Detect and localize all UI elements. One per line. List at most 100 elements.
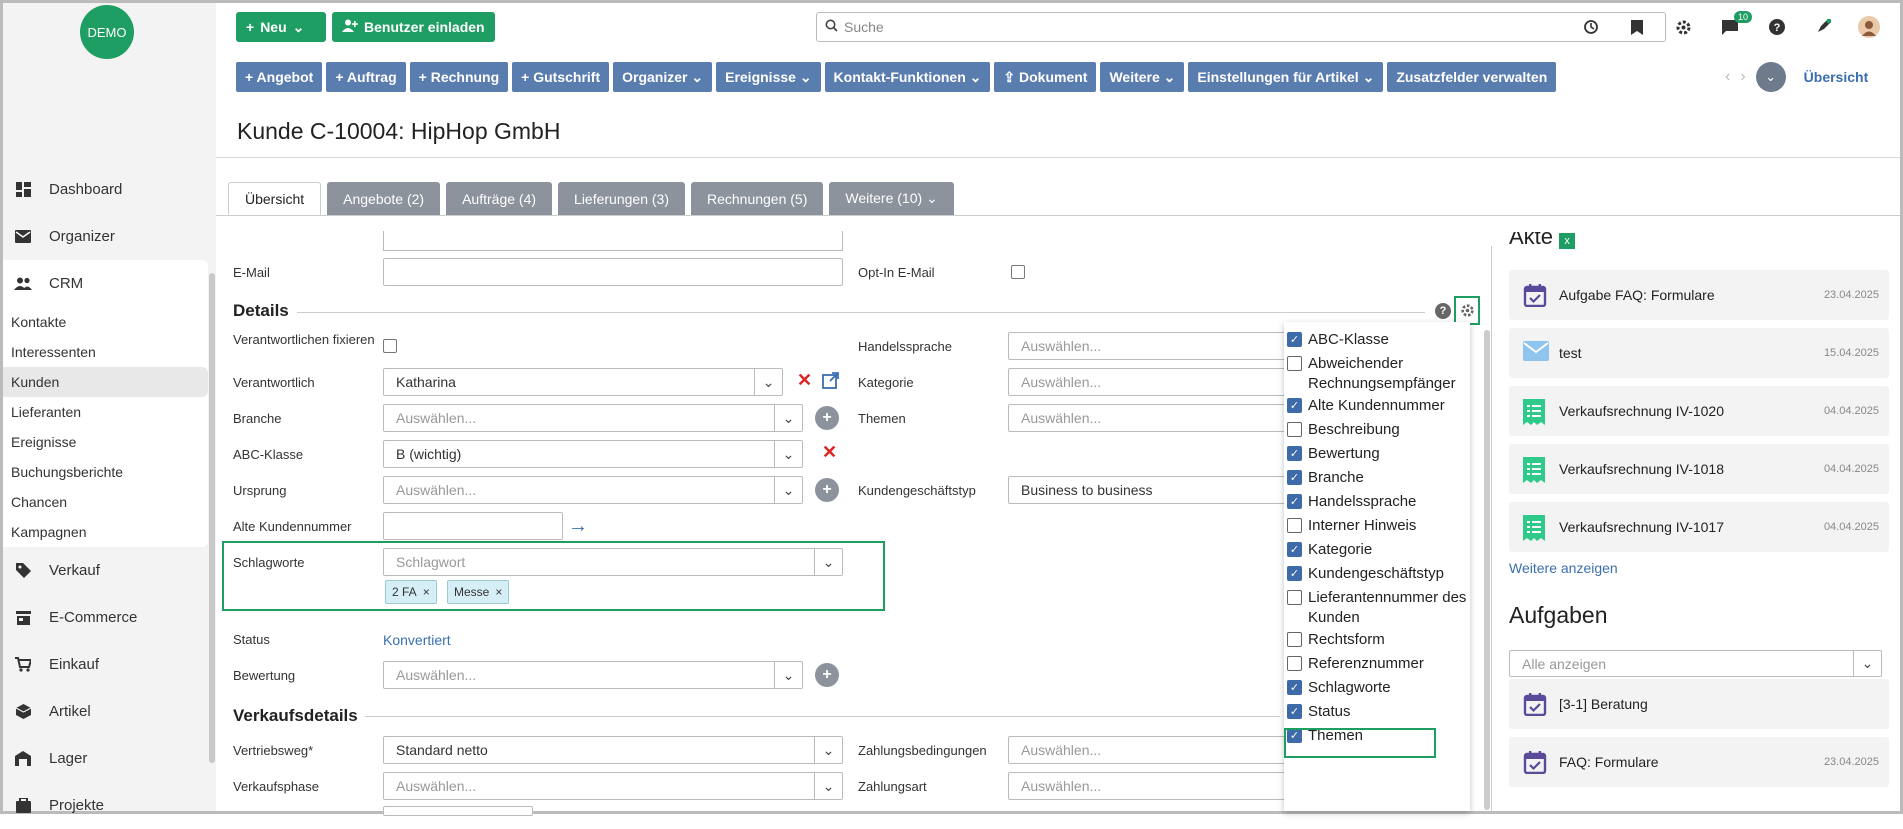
help-icon[interactable]: ? [1435, 303, 1451, 319]
sidebar-subitem-buchungsberichte[interactable]: Buchungsberichte [3, 457, 208, 487]
sidebar-item-projekte[interactable]: Projekte [3, 782, 208, 829]
field-option-1[interactable]: Abweichender Rechnungsempfänger [1287, 354, 1467, 394]
tab-invoices[interactable]: Rechnungen (5) [690, 182, 824, 215]
phase-select[interactable]: Auswählen... ⌄ [383, 772, 843, 800]
manage-fields-button[interactable]: Zusatzfelder verwalten [1387, 62, 1557, 92]
tags-input[interactable]: Schlagwort ⌄ [383, 548, 843, 576]
field-option-10[interactable]: Lieferantennummer des Kunden [1287, 588, 1467, 628]
add-credit-button[interactable]: + Gutschrift [512, 62, 610, 92]
checkbox[interactable]: ✓ [1287, 470, 1302, 485]
clear-abc-icon[interactable]: ✕ [822, 442, 837, 463]
checkbox[interactable]: ✓ [1287, 542, 1302, 557]
new-button[interactable]: + Neu ⌄ [236, 12, 326, 42]
sidebar-subitem-lieferanten[interactable]: Lieferanten [3, 397, 208, 427]
remove-tag-icon[interactable]: × [495, 585, 502, 599]
checkbox[interactable]: ✓ [1287, 398, 1302, 413]
add-origin-button[interactable]: + [815, 478, 839, 502]
field-above[interactable] [383, 231, 843, 251]
field-option-7[interactable]: Interner Hinweis [1287, 516, 1467, 536]
akte-item[interactable]: test 15.04.2025 [1509, 328, 1889, 378]
akte-item[interactable]: Verkaufsrechnung IV-1017 04.04.2025 [1509, 502, 1889, 552]
field-option-5[interactable]: ✓ Branche [1287, 468, 1467, 488]
checkbox[interactable]: ✓ [1287, 566, 1302, 581]
bizkind-select[interactable]: Business to business [1008, 476, 1288, 504]
checkbox[interactable] [1287, 356, 1302, 371]
article-settings-button[interactable]: Einstellungen für Artikel ⌄ [1188, 62, 1384, 92]
payterms-select[interactable]: Auswählen... [1008, 736, 1288, 764]
sidebar-subitem-chancen[interactable]: Chancen [3, 487, 208, 517]
tab-more[interactable]: Weitere (10) ⌄ [829, 182, 954, 215]
overview-link[interactable]: Übersicht [1804, 69, 1869, 85]
events-menu-button[interactable]: Ereignisse ⌄ [716, 62, 821, 92]
tab-offers[interactable]: Angebote (2) [327, 182, 441, 215]
more-menu-button[interactable]: Weitere ⌄ [1100, 62, 1185, 92]
abc-select[interactable]: B (wichtig) ⌄ [383, 440, 803, 468]
sidebar-item-einkauf[interactable]: Einkauf [3, 641, 208, 688]
arrow-right-icon[interactable]: → [568, 515, 588, 538]
sidebar-item-organizer[interactable]: Organizer [3, 213, 208, 260]
optin-checkbox[interactable] [1011, 265, 1025, 279]
search-input[interactable]: Suche [816, 12, 1666, 42]
add-rating-button[interactable]: + [815, 663, 839, 687]
add-order-button[interactable]: + Auftrag [326, 62, 406, 92]
chevron-down-icon[interactable]: ⌄ [1755, 62, 1786, 92]
tab-overview[interactable]: Übersicht [228, 182, 322, 215]
status-value[interactable]: Konvertiert [383, 632, 451, 648]
lang-select[interactable]: Auswählen... [1008, 332, 1288, 360]
branche-select[interactable]: Auswählen... ⌄ [383, 404, 803, 432]
excel-icon[interactable]: x [1559, 233, 1576, 249]
checkbox[interactable]: ✓ [1287, 494, 1302, 509]
rating-select[interactable]: Auswählen... ⌄ [383, 661, 803, 689]
checkbox[interactable] [1287, 518, 1302, 533]
sidebar-scrollbar[interactable] [209, 273, 215, 763]
tag-chip[interactable]: Messe × [447, 580, 510, 604]
task-card[interactable]: [3-1] Beratung [1509, 679, 1889, 729]
avatar[interactable] [1858, 16, 1880, 38]
sidebar-item-dashboard[interactable]: Dashboard [3, 166, 208, 213]
checkbox[interactable] [1287, 422, 1302, 437]
field-option-4[interactable]: ✓ Bewertung [1287, 444, 1467, 464]
field-option-0[interactable]: ✓ ABC-Klasse [1287, 330, 1467, 350]
help-icon[interactable]: ? [1766, 16, 1788, 38]
field-option-13[interactable]: ✓ Schlagworte [1287, 678, 1467, 698]
checkbox[interactable]: ✓ [1287, 680, 1302, 695]
topics-select[interactable]: Auswählen... [1008, 404, 1288, 432]
origin-select[interactable]: Auswählen... ⌄ [383, 476, 803, 504]
remove-tag-icon[interactable]: × [423, 585, 430, 599]
old-number-field[interactable] [383, 512, 563, 540]
fix-responsible-checkbox[interactable] [383, 339, 397, 353]
chevron-right-icon[interactable]: › [1740, 68, 1745, 86]
sidebar-item-verkauf[interactable]: Verkauf [3, 547, 208, 594]
next-field[interactable] [383, 806, 533, 816]
sidebar-subitem-ereignisse[interactable]: Ereignisse [3, 427, 208, 457]
organizer-menu-button[interactable]: Organizer ⌄ [613, 62, 713, 92]
akte-item[interactable]: Verkaufsrechnung IV-1020 04.04.2025 [1509, 386, 1889, 436]
bookmark-icon[interactable] [1626, 16, 1648, 38]
field-option-6[interactable]: ✓ Handelssprache [1287, 492, 1467, 512]
show-more-link[interactable]: Weitere anzeigen [1509, 560, 1618, 576]
checkbox[interactable] [1287, 590, 1302, 605]
sidebar-subitem-kontakte[interactable]: Kontakte [3, 307, 208, 337]
add-offer-button[interactable]: + Angebot [236, 62, 323, 92]
tag-chip[interactable]: 2 FA × [385, 580, 437, 604]
field-option-14[interactable]: ✓ Status [1287, 702, 1467, 722]
add-branche-button[interactable]: + [815, 406, 839, 430]
field-option-2[interactable]: ✓ Alte Kundennummer [1287, 396, 1467, 416]
add-invoice-button[interactable]: + Rechnung [409, 62, 509, 92]
panel-scrollbar[interactable] [1484, 330, 1490, 810]
tasks-filter-select[interactable]: Alle anzeigen ⌄ [1509, 650, 1882, 677]
sidebar-item-lager[interactable]: Lager [3, 735, 208, 782]
paytype-select[interactable]: Auswählen... [1008, 772, 1288, 800]
channel-select[interactable]: Standard netto ⌄ [383, 736, 843, 764]
sidebar-item-crm[interactable]: CRM [3, 260, 208, 307]
akte-item[interactable]: Verkaufsrechnung IV-1018 04.04.2025 [1509, 444, 1889, 494]
gear-icon[interactable] [1458, 301, 1476, 319]
sidebar-subitem-kunden[interactable]: Kunden [3, 367, 208, 397]
clear-responsible-icon[interactable]: ✕ [797, 370, 812, 391]
gear-icon[interactable] [1672, 16, 1694, 38]
field-option-12[interactable]: Referenznummer [1287, 654, 1467, 674]
checkbox[interactable]: ✓ [1287, 332, 1302, 347]
field-option-9[interactable]: ✓ Kundengeschäftstyp [1287, 564, 1467, 584]
sidebar-subitem-kampagnen[interactable]: Kampagnen [3, 517, 208, 547]
history-icon[interactable] [1580, 16, 1602, 38]
